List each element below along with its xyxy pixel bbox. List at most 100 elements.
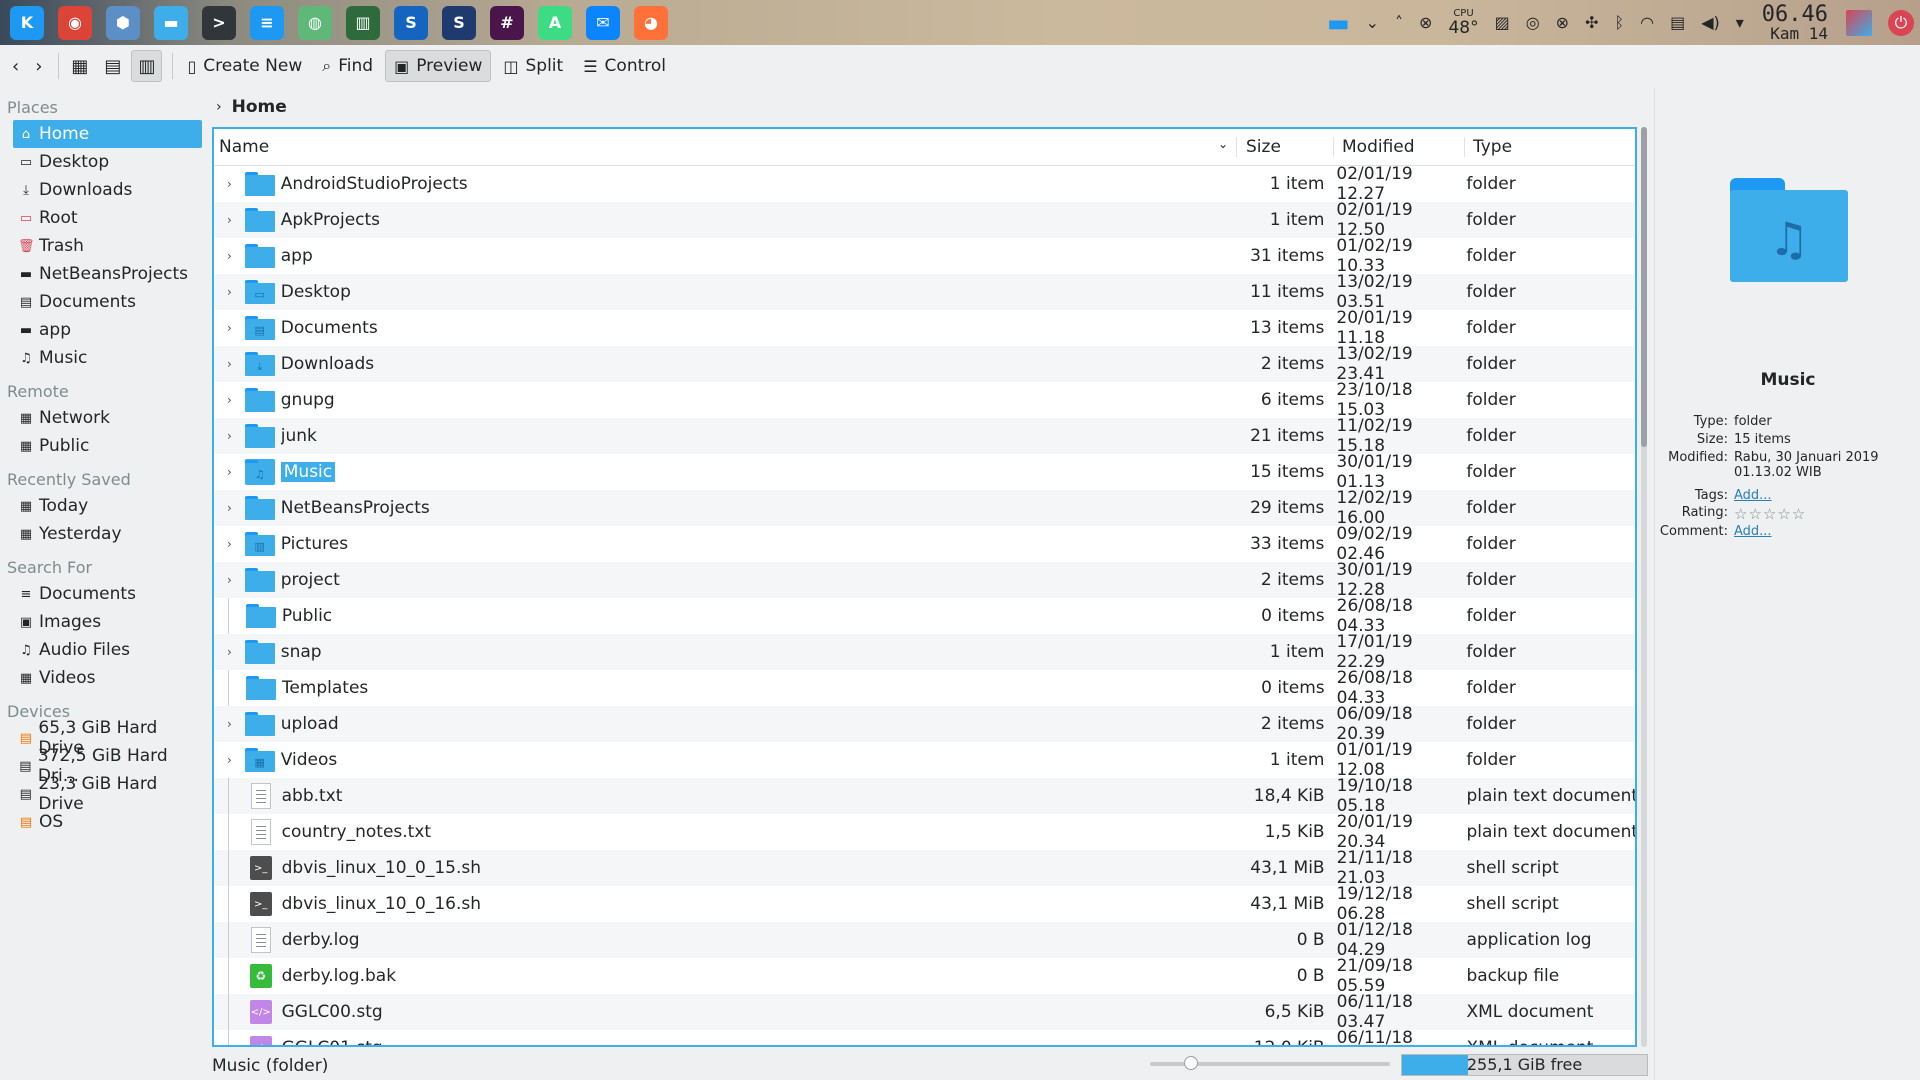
expand-chevron-icon[interactable]: › xyxy=(214,177,245,191)
file-row[interactable]: › app 31 items 01/02/19 10.33 folder xyxy=(214,236,1635,276)
file-row[interactable]: › upload 2 items 06/09/18 20.39 folder xyxy=(214,704,1635,744)
file-row[interactable]: › ▭ Desktop 11 items 13/02/19 03.51 folder xyxy=(214,272,1635,312)
expand-chevron-icon[interactable]: › xyxy=(214,753,245,767)
network-manager-icon[interactable]: ◎ xyxy=(1526,13,1540,32)
system-monitor-launcher-icon[interactable]: ▥ xyxy=(346,5,380,40)
file-row[interactable]: › ♫ Music 15 items 30/01/19 01.13 folder xyxy=(214,452,1635,492)
expand-chevron-icon[interactable]: › xyxy=(214,573,245,587)
expand-chevron-icon[interactable]: › xyxy=(214,249,245,263)
expand-chevron-icon[interactable]: › xyxy=(214,537,245,551)
rating-stars[interactable]: ☆☆☆☆☆ xyxy=(1734,505,1914,523)
places-item-network[interactable]: ▦ Network xyxy=(13,404,202,432)
column-type[interactable]: Type xyxy=(1465,137,1635,157)
digital-clock[interactable]: 06.46 Kam 14 xyxy=(1762,3,1828,42)
slack-launcher-icon[interactable]: # xyxy=(490,5,524,40)
back-button[interactable]: ‹ xyxy=(6,50,25,82)
chevron-down-icon[interactable]: ⌄ xyxy=(1366,13,1379,32)
file-row[interactable]: › ▦ Videos 1 item 01/01/19 12.08 folder xyxy=(214,740,1635,780)
expand-chevron-icon[interactable]: › xyxy=(214,285,245,299)
file-row[interactable]: › ⤓ Downloads 2 items 13/02/19 23.41 folder xyxy=(214,344,1635,384)
chevron-up-icon[interactable]: ˄ xyxy=(1395,13,1403,32)
file-row[interactable]: › project 2 items 30/01/19 12.28 folder xyxy=(214,560,1635,600)
column-modified[interactable]: Modified xyxy=(1334,137,1465,157)
places-item-public[interactable]: ▦ Public xyxy=(13,432,202,460)
kde-menu-launcher-icon[interactable]: K xyxy=(10,5,44,40)
expand-chevron-icon[interactable]: › xyxy=(214,393,245,407)
x-circle-icon[interactable]: ⊗ xyxy=(1556,13,1569,32)
column-name[interactable]: Name ⌄ xyxy=(214,137,1237,157)
file-row[interactable]: › ▥ Pictures 33 items 09/02/19 02.46 folder xyxy=(214,524,1635,564)
expand-chevron-icon[interactable]: › xyxy=(214,357,245,371)
details-view-button[interactable]: ▥ xyxy=(131,50,163,82)
create-new-button[interactable]: ▯ Create New xyxy=(179,50,310,82)
expand-chevron-icon[interactable]: › xyxy=(214,717,245,731)
expand-chevron-icon[interactable]: › xyxy=(214,465,245,479)
file-row[interactable]: >_ dbvis_linux_10_0_15.sh 43,1 MiB 21/11/18… xyxy=(214,848,1635,888)
file-row[interactable]: </> GGLC00.stg 6,5 KiB 06/11/18 03.47 XML do… xyxy=(214,992,1635,1032)
file-row[interactable]: Public 0 items 26/08/18 04.33 folder xyxy=(214,596,1635,636)
places-item-audio-files[interactable]: ♫ Audio Files xyxy=(13,636,202,664)
show-desktop-icon[interactable] xyxy=(1846,9,1872,36)
data-tool-launcher-icon[interactable]: ◍ xyxy=(298,5,332,40)
breadcrumb[interactable]: › Home xyxy=(212,92,287,122)
scrollbar-thumb[interactable] xyxy=(1641,127,1647,447)
expand-chevron-icon[interactable]: › xyxy=(214,501,245,515)
file-row[interactable]: › AndroidStudioProjects 1 item 02/01/19 12.… xyxy=(214,164,1635,204)
places-item-documents[interactable]: ▤ Documents xyxy=(13,288,202,316)
add-comment-link[interactable]: Add... xyxy=(1734,524,1772,539)
free-space-indicator[interactable]: 255,1 GiB free xyxy=(1401,1054,1648,1076)
cpu-temperature[interactable]: CPU 48° xyxy=(1448,8,1478,38)
slack-tray-icon[interactable]: ✣ xyxy=(1585,13,1598,32)
forward-button[interactable]: › xyxy=(29,50,48,82)
no-camera-icon[interactable]: ▨ xyxy=(1495,13,1510,32)
file-row[interactable]: › ApkProjects 1 item 02/01/19 12.50 folder xyxy=(214,200,1635,240)
file-row[interactable]: › NetBeansProjects 29 items 12/02/19 16.00 f… xyxy=(214,488,1635,528)
places-item-documents[interactable]: ≡ Documents xyxy=(13,580,202,608)
expand-chevron-icon[interactable]: › xyxy=(214,321,245,335)
file-row[interactable]: › snap 1 item 17/01/19 22.29 folder xyxy=(214,632,1635,672)
chevron-right-icon[interactable]: › xyxy=(216,99,222,115)
places-item-netbeansprojects[interactable]: ▬ NetBeansProjects xyxy=(13,260,202,288)
file-row[interactable]: </> GGLC01.stg 12,0 KiB06/11/18 03.32 XML d… xyxy=(214,1028,1635,1045)
control-button[interactable]: ☰ Control xyxy=(575,50,674,82)
terminal-launcher-icon[interactable]: > xyxy=(202,5,236,40)
file-row[interactable]: abb.txt 18,4 KiB 19/10/18 05.18 plain text … xyxy=(214,776,1635,816)
wifi-icon[interactable]: ◠ xyxy=(1640,13,1654,32)
vertical-scrollbar[interactable] xyxy=(1641,127,1647,1047)
file-row[interactable]: Templates 0 items 26/08/18 04.33 folder xyxy=(214,668,1635,708)
clipboard-icon[interactable]: ▤ xyxy=(1670,13,1685,32)
expand-chevron-icon[interactable]: › xyxy=(214,645,245,659)
file-row[interactable]: >_ dbvis_linux_10_0_16.sh 43,1 MiB 19/12/18… xyxy=(214,884,1635,924)
file-row[interactable]: derby.log 0 B 01/12/18 04.29 application lo… xyxy=(214,920,1635,960)
file-row[interactable]: › gnupg 6 items 23/10/18 15.03 folder xyxy=(214,380,1635,420)
close-circle-icon[interactable]: ⊗ xyxy=(1419,13,1432,32)
places-item-23-3-gib-hard-drive[interactable]: ▤ 23,3 GiB Hard Drive xyxy=(13,774,202,814)
document-viewer-launcher-icon[interactable]: ≡ xyxy=(250,5,284,40)
places-item-yesterday[interactable]: ▦ Yesterday xyxy=(13,520,202,548)
preview-button[interactable]: ▣ Preview xyxy=(385,50,492,82)
expand-chevron-icon[interactable]: › xyxy=(214,213,245,227)
zoom-slider-handle[interactable] xyxy=(1183,1056,1198,1070)
split-button[interactable]: ◫ Split xyxy=(495,50,571,82)
chrome-launcher-icon[interactable]: ◉ xyxy=(58,5,92,40)
android-studio-launcher-icon[interactable]: A xyxy=(538,5,572,40)
volume-icon[interactable]: ◀) xyxy=(1701,13,1720,32)
dolphin-tray-icon[interactable]: ▬ xyxy=(1327,9,1350,37)
column-size[interactable]: Size xyxy=(1237,137,1334,157)
breadcrumb-home[interactable]: Home xyxy=(232,97,287,117)
places-item-videos[interactable]: ▦ Videos xyxy=(13,664,202,692)
file-row[interactable]: › junk 21 items 11/02/19 15.18 folder xyxy=(214,416,1635,456)
places-item-trash[interactable]: 🗑 Trash xyxy=(13,232,202,260)
power-icon[interactable]: ⏻ xyxy=(1888,9,1914,36)
icons-view-button[interactable]: ▦ xyxy=(65,50,94,82)
file-row[interactable]: country_notes.txt 1,5 KiB 20/01/19 20.34 pl… xyxy=(214,812,1635,852)
bluetooth-icon[interactable]: ᛒ xyxy=(1614,13,1624,32)
find-button[interactable]: ⌕ Find xyxy=(314,50,381,82)
places-item-root[interactable]: ▭ Root xyxy=(13,204,202,232)
add-tags-link[interactable]: Add... xyxy=(1734,488,1772,503)
places-item-home[interactable]: ⌂ Home xyxy=(13,120,202,148)
app-s2-launcher-icon[interactable]: S xyxy=(442,5,476,40)
app-s1-launcher-icon[interactable]: S xyxy=(394,5,428,40)
compact-view-button[interactable]: ▤ xyxy=(98,50,127,82)
file-details-view[interactable]: Name ⌄ Size Modified Type › AndroidStudioP… xyxy=(212,127,1637,1047)
